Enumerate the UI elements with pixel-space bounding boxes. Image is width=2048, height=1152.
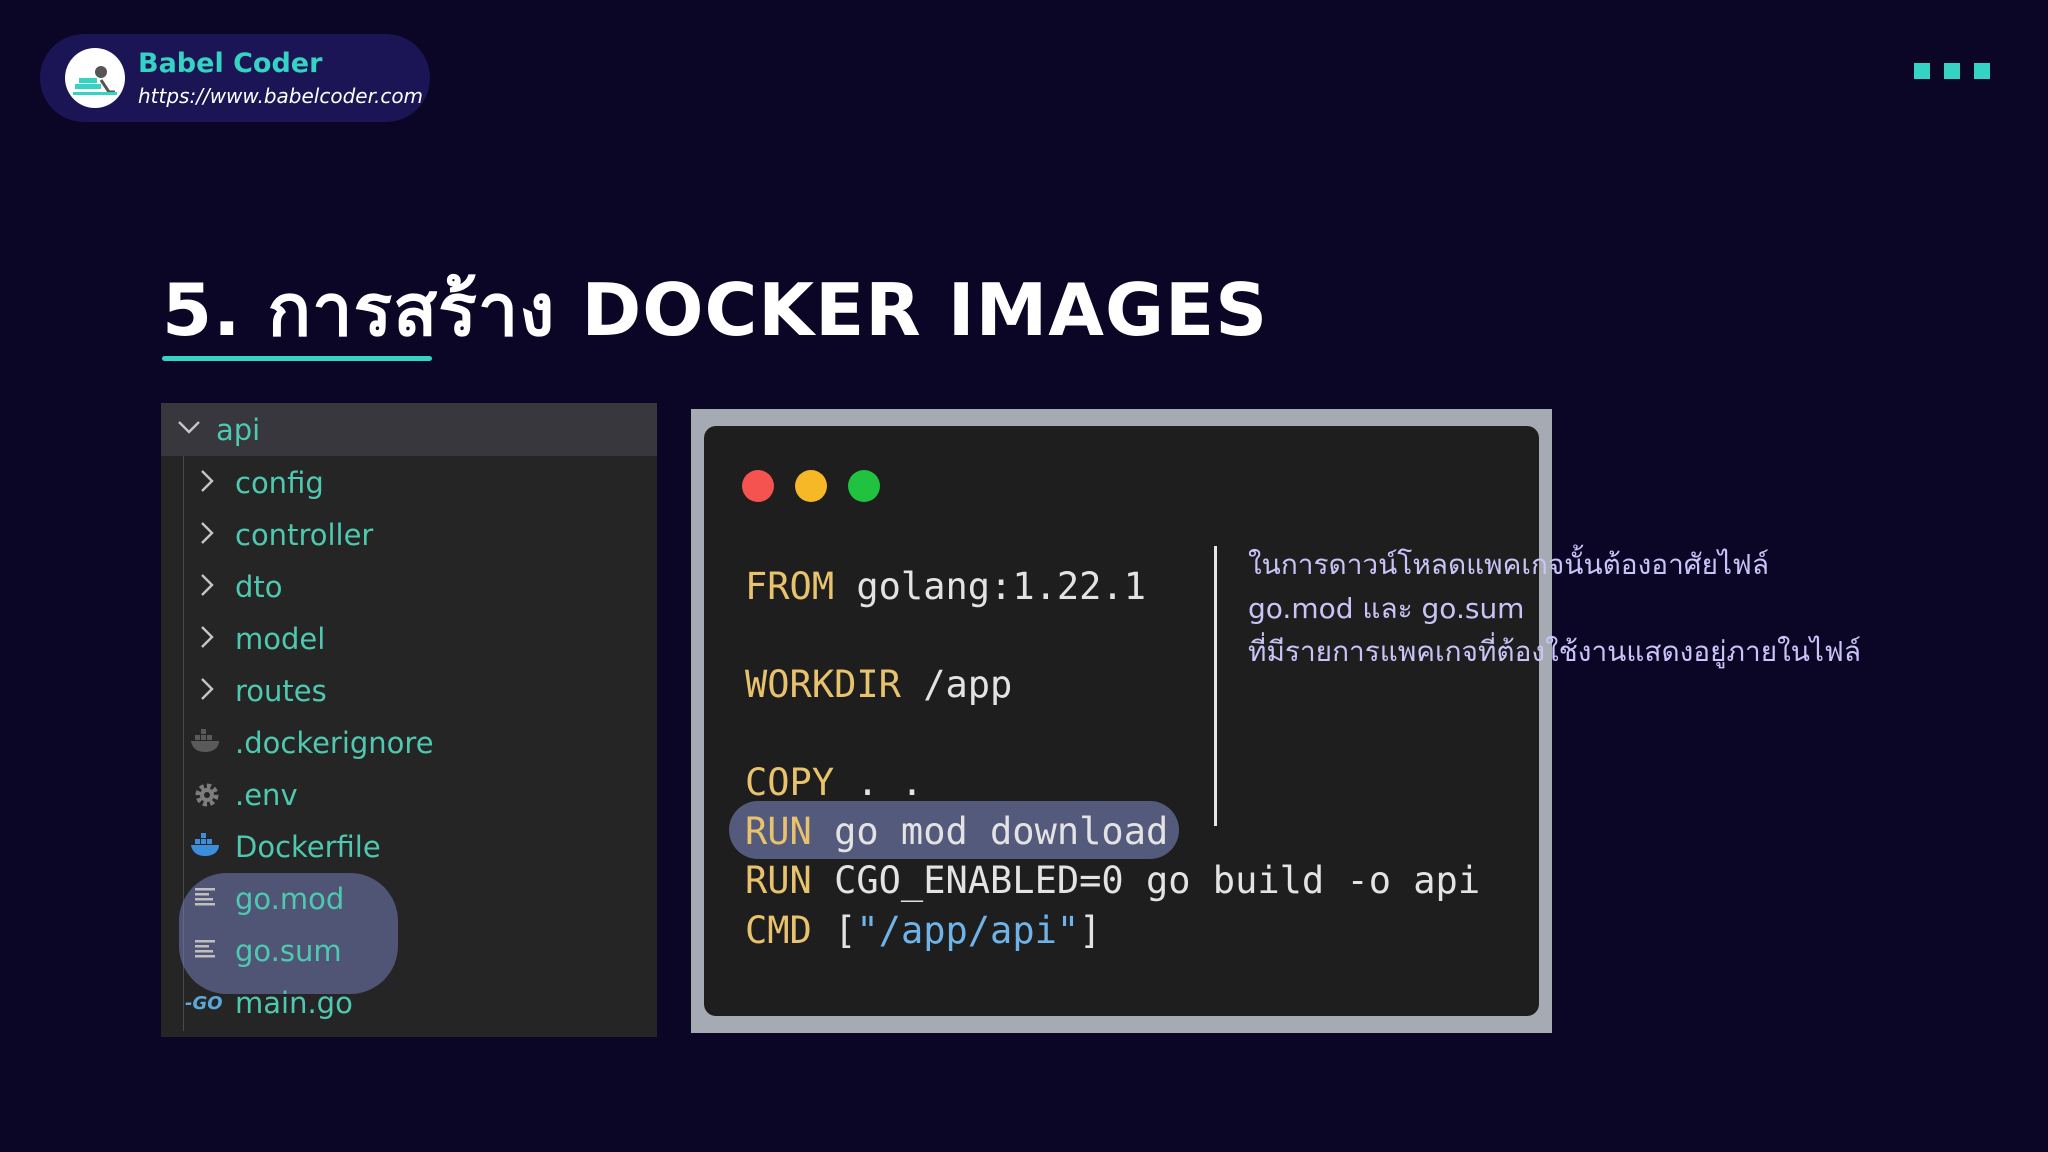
tree-item-label: model	[235, 622, 326, 656]
code-arg: CGO_ENABLED=0 go build -o api	[811, 859, 1481, 902]
code-line-cmd: CMD ["/app/api"]	[745, 912, 1101, 949]
tree-item-label: dto	[235, 570, 283, 604]
tree-item-label: config	[235, 466, 324, 500]
code-line-copy: COPY . .	[745, 764, 923, 801]
close-light-icon	[742, 470, 774, 502]
title-underline	[162, 356, 432, 361]
lines-icon	[195, 888, 215, 906]
docker-icon	[191, 833, 219, 856]
code-keyword: COPY	[745, 761, 835, 804]
code-arg: /app	[900, 663, 1013, 706]
brand-logo-pill: Babel Coder https://www.babelcoder.com	[40, 34, 430, 122]
tree-item-label: go.mod	[235, 882, 345, 916]
code-line-run-build: RUN CGO_ENABLED=0 go build -o api	[745, 862, 1480, 899]
code-keyword: FROM	[745, 565, 835, 608]
code-arg: go mod download	[811, 810, 1169, 853]
file-explorer-panel: api config controller dto model routes .…	[161, 403, 657, 1037]
minimize-light-icon	[795, 470, 827, 502]
slide-title: 5. การสร้าง DOCKER IMAGES	[162, 268, 1269, 352]
chevron-right-icon	[201, 626, 214, 648]
tree-folder-api[interactable]: api	[161, 403, 657, 456]
code-arg: [	[811, 909, 857, 952]
tree-item-label: Dockerfile	[235, 830, 381, 864]
code-line-from: FROM golang:1.22.1	[745, 568, 1146, 605]
code-arg: ]	[1079, 909, 1102, 952]
tree-item-label: .dockerignore	[235, 726, 434, 760]
svg-text:-GO: -GO	[185, 993, 223, 1013]
code-arg: . .	[834, 761, 924, 804]
chevron-down-icon	[178, 421, 200, 434]
tree-item-label: main.go	[235, 986, 353, 1020]
code-keyword: CMD	[745, 909, 812, 952]
brand-url: https://www.babelcoder.com	[138, 84, 424, 108]
chevron-right-icon	[201, 522, 214, 544]
code-line-workdir: WORKDIR /app	[745, 666, 1012, 703]
code-arg: golang:1.22.1	[834, 565, 1146, 608]
chevron-right-icon	[201, 574, 214, 596]
terminal-divider	[1214, 546, 1217, 826]
go-icon: -GO	[185, 993, 223, 1013]
lines-icon	[195, 940, 215, 958]
explanation-line-2: go.mod และ go.sum	[1248, 592, 1525, 625]
docker-icon	[191, 729, 219, 752]
tree-item-label: .env	[235, 778, 298, 812]
tree-root-label: api	[216, 413, 261, 447]
tree-item-label: go.sum	[235, 934, 342, 968]
code-keyword: WORKDIR	[745, 663, 901, 706]
code-string: "/app/api"	[856, 909, 1080, 952]
chevron-right-icon	[201, 678, 214, 700]
brand-name: Babel Coder	[138, 48, 323, 79]
menu-dots-icon	[1914, 63, 1990, 79]
code-keyword: RUN	[745, 859, 812, 902]
maximize-light-icon	[848, 470, 880, 502]
chevron-right-icon	[201, 470, 214, 492]
gear-icon	[195, 783, 219, 807]
dockerfile-terminal: FROM golang:1.22.1 WORKDIR /app COPY . .…	[704, 426, 1539, 1016]
brand-logo-icon	[65, 48, 125, 108]
code-line-run-download: RUN go mod download	[745, 813, 1168, 850]
explanation-line-1: ในการดาวน์โหลดแพคเกจนั้นต้องอาศัยไฟล์	[1248, 548, 1770, 581]
tree-item-label: routes	[235, 674, 327, 708]
tree-item-label: controller	[235, 518, 374, 552]
explanation-line-3: ที่มีรายการแพคเกจที่ต้องใช้งานแสดงอยู่ภา…	[1248, 635, 1861, 668]
code-keyword: RUN	[745, 810, 812, 853]
